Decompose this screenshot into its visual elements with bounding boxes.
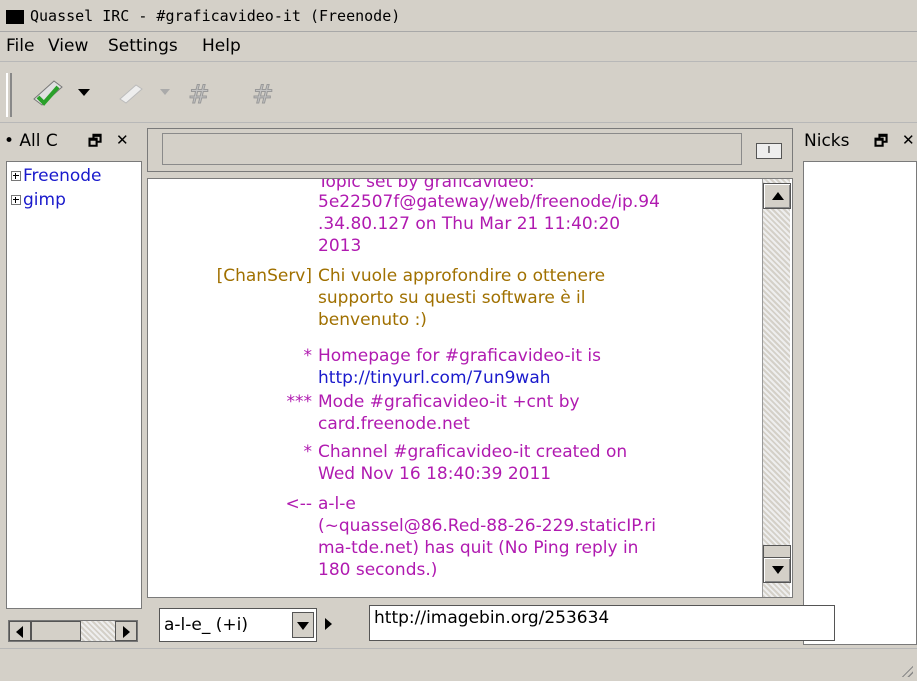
- close-icon[interactable]: ✕: [116, 131, 129, 149]
- toolbar-grip[interactable]: [6, 73, 12, 117]
- close-icon[interactable]: ✕: [902, 131, 915, 149]
- input-bar: a-l-e_ (+i): [147, 603, 837, 645]
- menu-view[interactable]: View: [48, 36, 88, 56]
- svg-text:#: #: [252, 80, 274, 109]
- scroll-up-button[interactable]: [763, 183, 791, 209]
- tree-item-gimp[interactable]: gimp: [11, 190, 66, 210]
- topic-edit-icon[interactable]: I: [756, 143, 782, 159]
- chat-list-hscrollbar[interactable]: [8, 620, 138, 642]
- message-sender: <--: [285, 494, 312, 514]
- nicks-title: Nicks: [804, 131, 850, 151]
- expand-arrow-icon[interactable]: [321, 613, 339, 637]
- message-sender: *: [303, 442, 313, 462]
- menu-help[interactable]: Help: [202, 36, 241, 56]
- scroll-thumb[interactable]: [31, 621, 81, 641]
- expand-icon[interactable]: [11, 195, 21, 205]
- chat-view[interactable]: Topic set by graficavideo: 5e22507f@gate…: [147, 178, 793, 598]
- message-sender: [ChanServ]: [216, 266, 312, 286]
- message-sender: *: [303, 346, 313, 366]
- tree-item-freenode[interactable]: Freenode: [11, 166, 102, 186]
- status-bar: [0, 648, 917, 681]
- app-icon: [6, 10, 24, 24]
- title-bar: Quassel IRC - #graficavideo-it (Freenode…: [0, 0, 917, 32]
- nick-list-panel[interactable]: [803, 161, 917, 645]
- chat-vscrollbar[interactable]: [762, 179, 791, 597]
- scroll-left-button[interactable]: [9, 621, 31, 641]
- chat-list-panel: Freenode gimp: [6, 161, 142, 609]
- homepage-link[interactable]: http://tinyurl.com/7un9wah: [318, 367, 758, 389]
- chat-list-title: • All C: [4, 131, 58, 151]
- current-nick: a-l-e_ (+i): [164, 615, 249, 635]
- toolbar: # #: [0, 63, 917, 123]
- part-channel-icon: #: [252, 80, 275, 110]
- topic-field[interactable]: [162, 133, 742, 165]
- message-sender: ***: [286, 392, 313, 412]
- nick-selector[interactable]: a-l-e_ (+i): [159, 608, 317, 642]
- nicks-header: Nicks 🗗 ✕: [800, 128, 917, 156]
- resize-grip-icon[interactable]: [899, 663, 913, 677]
- topic-bar: I: [147, 128, 793, 172]
- join-channel-icon: #: [188, 80, 211, 110]
- float-icon[interactable]: 🗗: [88, 131, 102, 156]
- float-icon[interactable]: 🗗: [874, 131, 888, 156]
- scroll-down-button[interactable]: [763, 557, 791, 583]
- chevron-down-icon[interactable]: [292, 612, 314, 638]
- chat-list-header: • All C 🗗 ✕: [0, 128, 140, 156]
- svg-text:#: #: [188, 80, 210, 109]
- connect-icon[interactable]: [28, 77, 92, 109]
- menu-settings[interactable]: Settings: [108, 36, 178, 56]
- message-input[interactable]: [369, 605, 835, 641]
- scroll-right-button[interactable]: [115, 621, 137, 641]
- menu-bar: File View Settings Help: [0, 32, 917, 62]
- window-title: Quassel IRC - #graficavideo-it (Freenode…: [30, 7, 401, 25]
- menu-file[interactable]: File: [6, 36, 34, 56]
- disconnect-icon: [119, 84, 170, 104]
- expand-icon[interactable]: [11, 171, 21, 181]
